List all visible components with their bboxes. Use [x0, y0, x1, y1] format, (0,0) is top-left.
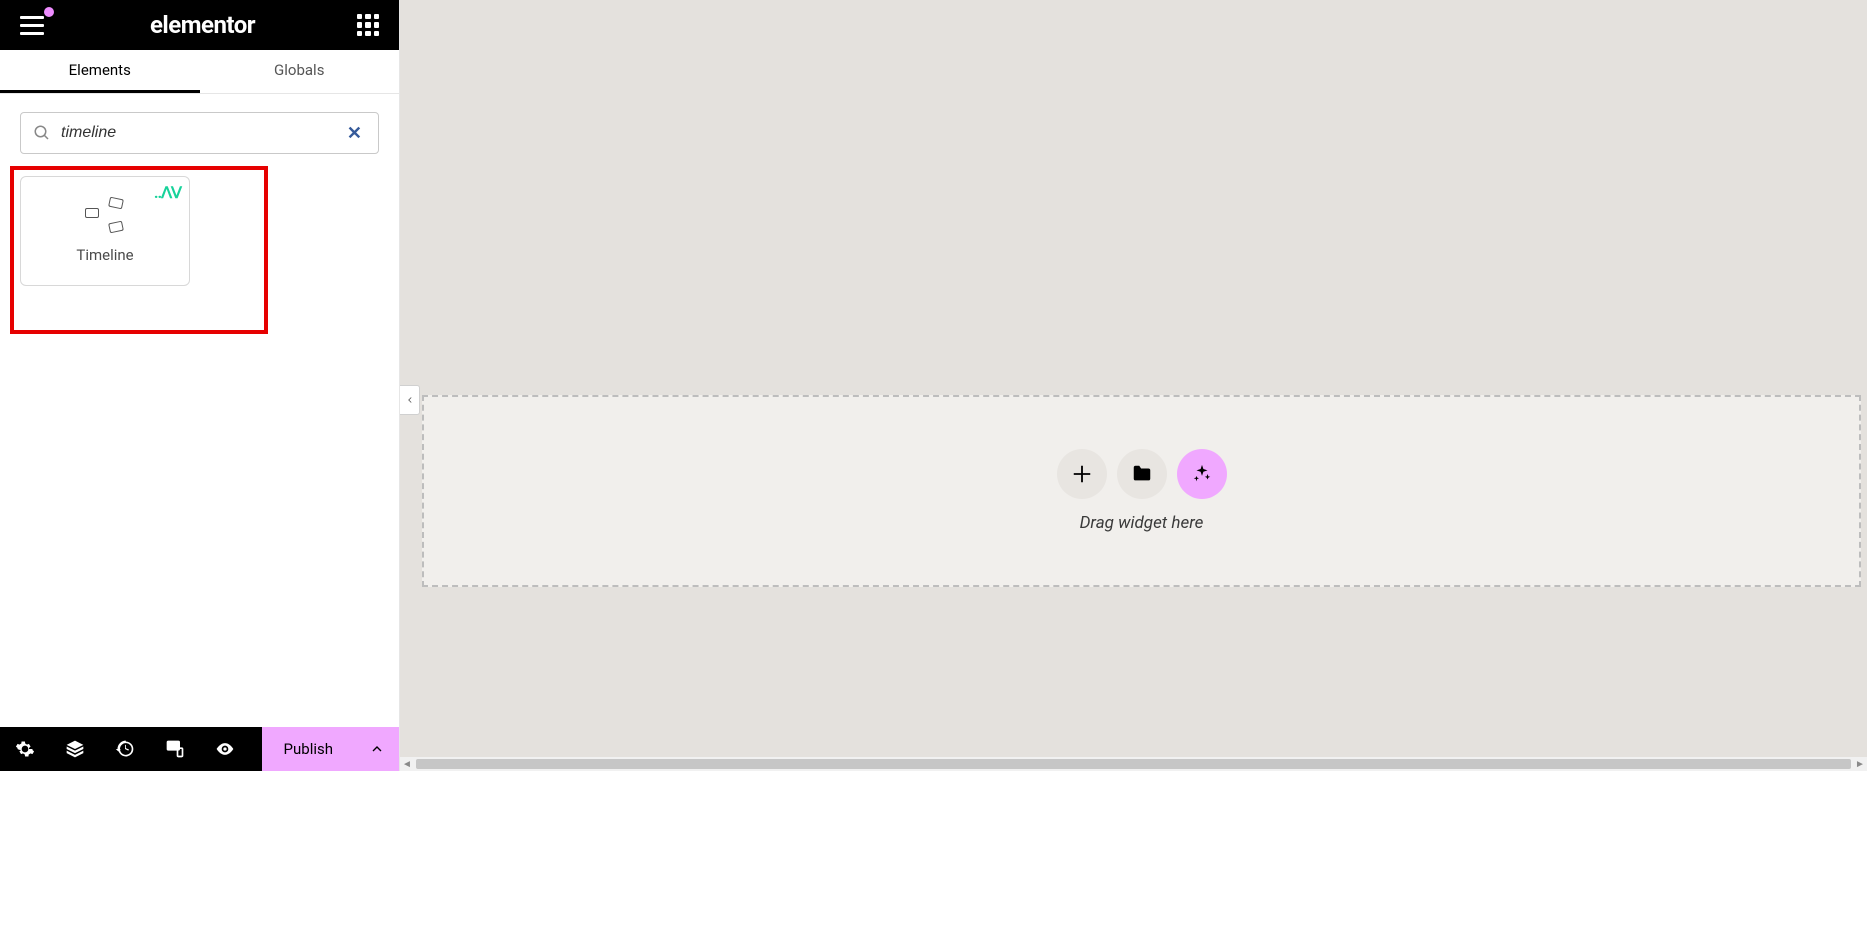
scroll-left-arrow[interactable]: ◄ [400, 757, 414, 771]
publish-button[interactable]: Publish [262, 727, 355, 771]
sidebar-header: elementor [0, 0, 399, 50]
publish-area: Publish [262, 727, 399, 771]
widgets-list: ..ᐱᐯ Timeline [0, 172, 399, 290]
elementor-sidebar: elementor Elements Globals ✕ ..ᐱᐯ Timeli… [0, 0, 400, 771]
chevron-up-icon [369, 741, 385, 757]
widget-label: Timeline [76, 246, 133, 264]
history-button[interactable] [100, 727, 150, 771]
publish-options-button[interactable] [355, 727, 399, 771]
search-icon [33, 124, 51, 142]
search-input[interactable] [61, 124, 333, 142]
responsive-icon [165, 739, 185, 759]
scroll-right-arrow[interactable]: ► [1853, 757, 1867, 771]
clear-search-button[interactable]: ✕ [343, 123, 366, 144]
plus-icon [1071, 463, 1093, 485]
responsive-button[interactable] [150, 727, 200, 771]
collapse-panel-button[interactable] [400, 385, 420, 415]
sidebar-footer: Publish [0, 727, 399, 771]
notification-dot [44, 7, 54, 17]
settings-button[interactable] [0, 727, 50, 771]
horizontal-scrollbar[interactable]: ◄ ► [400, 757, 1867, 771]
layers-icon [65, 739, 85, 759]
widget-pro-badge-icon: ..ᐱᐯ [154, 183, 181, 202]
gear-icon [15, 739, 35, 759]
tab-elements[interactable]: Elements [0, 50, 200, 93]
editor-canvas[interactable]: Drag widget here ◄ ► [400, 0, 1867, 771]
logo: elementor [150, 11, 255, 39]
navigator-button[interactable] [50, 727, 100, 771]
apps-grid-button[interactable] [357, 14, 379, 36]
sparkle-icon [1191, 463, 1213, 485]
search-row: ✕ [0, 94, 399, 172]
widget-timeline[interactable]: ..ᐱᐯ Timeline [20, 176, 190, 286]
preview-button[interactable] [200, 727, 250, 771]
panel-tabs: Elements Globals [0, 50, 399, 94]
scroll-thumb[interactable] [416, 759, 1851, 769]
timeline-icon [85, 198, 125, 232]
folder-icon [1131, 463, 1153, 485]
drop-zone[interactable]: Drag widget here [422, 395, 1861, 587]
drop-hint-text: Drag widget here [1080, 513, 1204, 533]
history-icon [115, 739, 135, 759]
add-section-button[interactable] [1057, 449, 1107, 499]
drop-actions [1057, 449, 1227, 499]
tab-globals[interactable]: Globals [200, 50, 400, 93]
eye-icon [215, 739, 235, 759]
menu-button[interactable] [20, 11, 48, 39]
template-library-button[interactable] [1117, 449, 1167, 499]
search-box: ✕ [20, 112, 379, 154]
chevron-left-icon [405, 395, 415, 405]
ai-button[interactable] [1177, 449, 1227, 499]
